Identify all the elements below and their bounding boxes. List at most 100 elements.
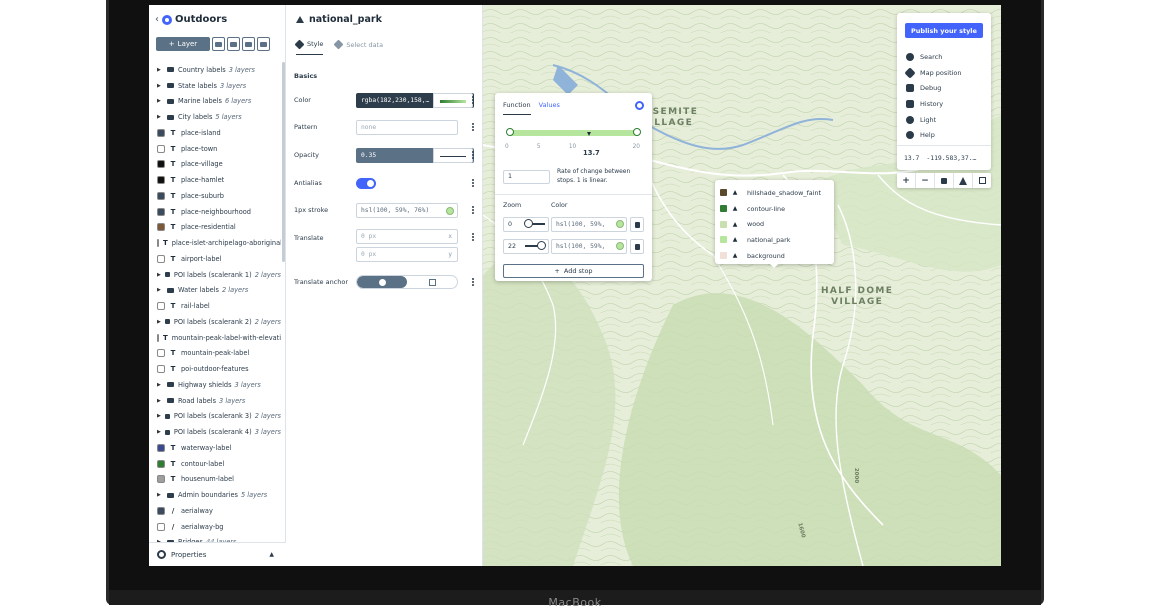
inspector-layer-item[interactable]: ▲ contour-line <box>720 201 834 217</box>
tab-function[interactable]: Function <box>503 101 531 115</box>
layer-item[interactable]: Tplace-suburb <box>149 188 281 204</box>
map-position-item[interactable]: Map position <box>904 67 962 79</box>
layer-item[interactable]: Tairport-label <box>149 251 281 267</box>
layer-item[interactable]: Twaterway-label <box>149 440 281 456</box>
add-stop-button[interactable]: + Add stop <box>503 264 644 278</box>
caret-right-icon[interactable]: ▶ <box>157 98 163 104</box>
caret-right-icon[interactable]: ▶ <box>157 413 161 419</box>
group-layers-button[interactable] <box>227 37 240 51</box>
caret-right-icon[interactable]: ▶ <box>157 429 161 435</box>
caret-right-icon[interactable]: ▶ <box>157 398 163 404</box>
zoom-stop-handle-end[interactable] <box>633 128 641 136</box>
stroke-color-swatch[interactable] <box>446 206 454 215</box>
lock-button[interactable] <box>935 173 954 188</box>
caret-right-icon[interactable]: ▶ <box>157 67 163 73</box>
help-item[interactable]: Help <box>906 131 935 139</box>
layer-item[interactable]: ▶ Admin boundaries 5 layers <box>149 487 281 503</box>
stop-zoom-slider-knob[interactable] <box>524 219 533 228</box>
antialias-menu-icon[interactable] <box>472 179 475 187</box>
translate-menu-icon[interactable] <box>472 233 475 241</box>
hide-layer-button[interactable] <box>242 37 255 51</box>
debug-item[interactable]: Debug <box>906 84 941 92</box>
pattern-menu-icon[interactable] <box>472 123 475 131</box>
search-item[interactable]: Search <box>906 53 942 61</box>
properties-footer[interactable]: Properties ▲ <box>149 542 286 566</box>
inspector-layer-item[interactable]: ▲ background <box>720 248 834 264</box>
delete-stop-button[interactable] <box>630 217 644 232</box>
duplicate-layer-button[interactable] <box>212 37 225 51</box>
tab-values[interactable]: Values <box>539 101 560 115</box>
pattern-field[interactable]: none <box>356 119 458 135</box>
layer-item[interactable]: Tplace-islet-archipelago-aboriginal <box>149 235 281 251</box>
layer-item[interactable]: ▶ State labels 3 layers <box>149 78 281 94</box>
layer-item[interactable]: Tcontour-label <box>149 456 281 472</box>
inspector-layer-item[interactable]: ▲ national_park <box>720 232 834 248</box>
layer-item[interactable]: Tplace-hamlet <box>149 172 281 188</box>
layer-item[interactable]: Thousenum-label <box>149 472 281 488</box>
layer-item[interactable]: / aerialway <box>149 503 281 519</box>
stroke-menu-icon[interactable] <box>472 206 475 214</box>
layer-item[interactable]: / aerialway-bg <box>149 519 281 535</box>
anchor-viewport-option[interactable] <box>407 276 457 288</box>
layer-item[interactable]: ▶ POI labels (scalerank 3) 2 layers <box>149 409 281 425</box>
caret-right-icon[interactable]: ▶ <box>157 83 163 89</box>
color-function-preview[interactable] <box>433 92 473 108</box>
stop-color-swatch[interactable] <box>616 220 624 228</box>
translate-x-field[interactable]: 0 px x <box>356 229 458 244</box>
inspector-layer-item[interactable]: ▲ hillshade_shadow_faint <box>720 185 834 201</box>
translate-y-field[interactable]: 0 px y <box>356 247 458 262</box>
layer-item[interactable]: ▶ Water labels 2 layers <box>149 283 281 299</box>
layer-item[interactable]: Tmountain-peak-label <box>149 346 281 362</box>
publish-style-button[interactable]: Publish your style <box>905 23 983 38</box>
layer-item[interactable]: ▶ Highway shields 3 layers <box>149 377 281 393</box>
zoom-out-button[interactable]: − <box>916 173 935 188</box>
fullscreen-button[interactable] <box>973 173 991 188</box>
translate-anchor-menu-icon[interactable] <box>472 278 475 286</box>
delete-stop-button[interactable] <box>630 239 644 254</box>
caret-right-icon[interactable]: ▶ <box>157 287 163 293</box>
rate-input[interactable]: 1 <box>503 170 550 184</box>
layer-item[interactable]: Tplace-residential <box>149 220 281 236</box>
layer-item[interactable]: ▶ POI labels (scalerank 2) 2 layers <box>149 314 281 330</box>
zoom-in-button[interactable]: + <box>897 173 916 188</box>
stop-zoom-slider-knob[interactable] <box>537 241 546 250</box>
stroke-field[interactable]: hsl(100, 59%, 76%) <box>356 202 458 218</box>
layer-item[interactable]: ▶ Road labels 3 layers <box>149 393 281 409</box>
opacity-function-preview[interactable] <box>433 147 473 163</box>
layer-item[interactable]: Tplace-village <box>149 157 281 173</box>
layer-item[interactable]: ▶ City labels 5 layers <box>149 109 281 125</box>
layer-item[interactable]: Tplace-island <box>149 125 281 141</box>
delete-layer-button[interactable] <box>257 37 270 51</box>
layer-item[interactable]: ▶ Marine labels 6 layers <box>149 94 281 110</box>
north-button[interactable] <box>954 173 973 188</box>
color-field[interactable]: rgba(182,230,158,… <box>356 92 474 108</box>
caret-right-icon[interactable]: ▶ <box>157 382 163 388</box>
zoom-range-slider[interactable] <box>506 128 641 136</box>
caret-right-icon[interactable]: ▶ <box>157 319 161 325</box>
light-item[interactable]: Light <box>906 116 936 124</box>
caret-right-icon[interactable]: ▶ <box>157 272 161 278</box>
tab-style[interactable]: Style <box>294 39 324 55</box>
layer-item[interactable]: ▶ Country labels 3 layers <box>149 62 281 78</box>
inspector-layer-item[interactable]: ▲ wood <box>720 216 834 232</box>
anchor-map-option[interactable] <box>357 276 407 288</box>
add-layer-button[interactable]: + Layer <box>156 37 210 51</box>
layer-item[interactable]: ▶ POI labels (scalerank 4) 3 layers <box>149 424 281 440</box>
color-menu-icon[interactable] <box>472 96 475 104</box>
layer-item[interactable]: Tplace-neighbourhood <box>149 204 281 220</box>
layer-item[interactable]: Trail-label <box>149 298 281 314</box>
antialias-toggle[interactable] <box>356 177 376 189</box>
layer-item[interactable]: ▶ POI labels (scalerank 1) 2 layers <box>149 267 281 283</box>
tab-select-data[interactable]: Select data <box>333 39 383 55</box>
back-chevron-icon[interactable]: ‹ <box>155 14 159 25</box>
layer-item[interactable]: Tmountain-peak-label-with-elevation <box>149 330 281 346</box>
translate-anchor-toggle[interactable] <box>356 275 458 289</box>
layer-item[interactable]: Tplace-town <box>149 141 281 157</box>
stop-color-swatch[interactable] <box>616 242 624 250</box>
caret-right-icon[interactable]: ▶ <box>157 114 163 120</box>
layer-list-scrollbar[interactable] <box>282 62 285 262</box>
opacity-menu-icon[interactable] <box>472 151 475 159</box>
history-item[interactable]: History <box>906 100 943 108</box>
layer-item[interactable]: Tpoi-outdoor-features <box>149 361 281 377</box>
function-settings-gear-icon[interactable] <box>635 101 644 110</box>
